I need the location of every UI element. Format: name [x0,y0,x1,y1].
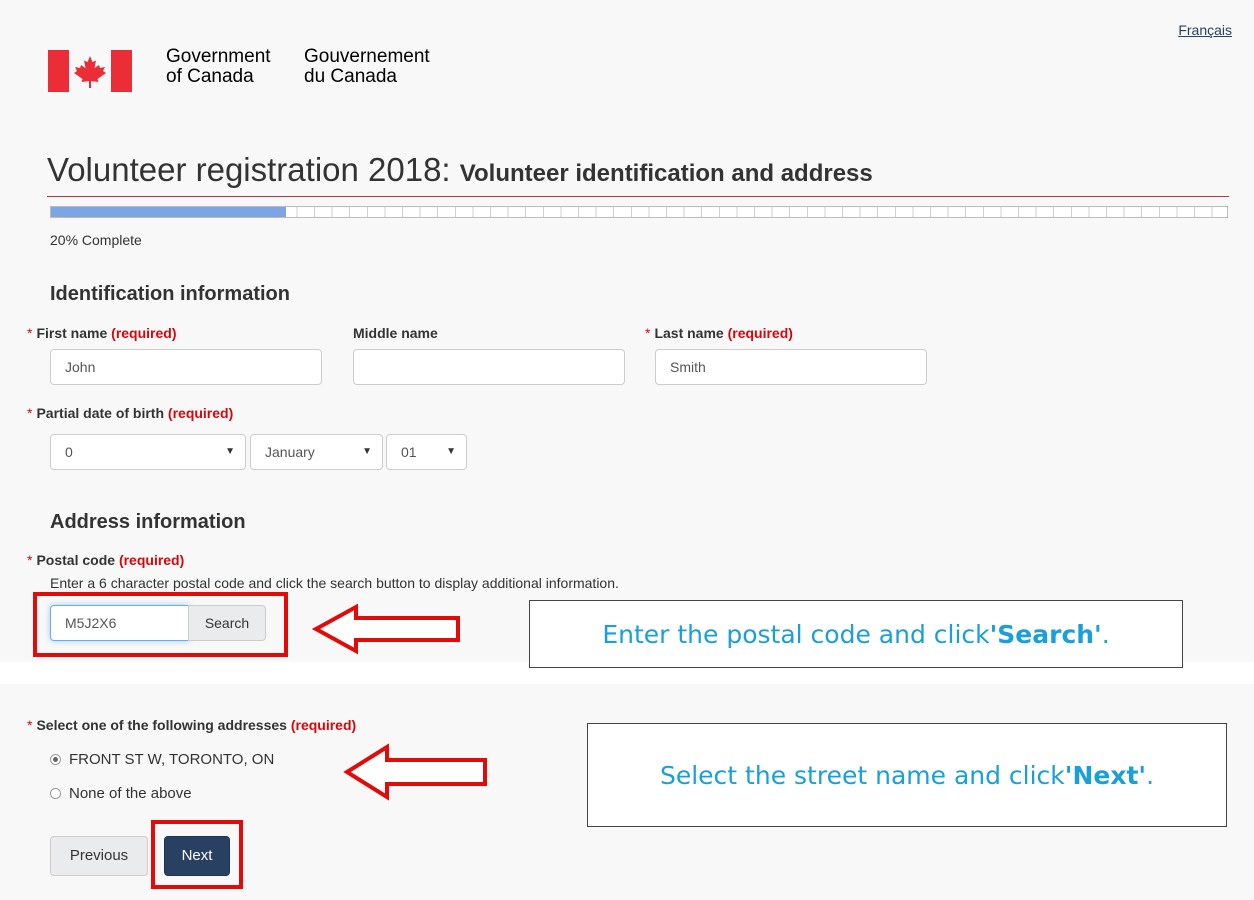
dob-month-select[interactable]: January ▼ [250,434,383,470]
first-name-label: * First name (required) [27,325,177,341]
language-toggle-link[interactable]: Français [1178,22,1232,38]
progress-label: 20% Complete [50,232,142,248]
address-option-none[interactable]: None of the above [50,785,192,802]
progress-bar [50,206,1228,218]
search-highlight-box [33,592,288,657]
caret-down-icon: ▼ [225,446,235,457]
page-title-main: Volunteer registration 2018: [47,151,451,188]
postal-code-label: * Postal code (required) [27,552,185,568]
caret-down-icon: ▼ [446,446,456,457]
page-title-sub: Volunteer identification and address [459,160,873,187]
postal-code-help: Enter a 6 character postal code and clic… [50,575,619,591]
form-panel-top [0,0,1254,662]
middle-name-input[interactable] [353,349,625,385]
canada-flag-icon [48,50,132,92]
search-instruction-callout: Enter the postal code and click 'Search'… [529,600,1183,668]
next-instruction-callout: Select the street name and click 'Next'. [587,723,1227,827]
middle-name-label: Middle name [353,325,438,341]
identification-heading: Identification information [50,283,290,305]
previous-button[interactable]: Previous [50,836,148,876]
dob-year-select[interactable]: 0 ▼ [50,434,246,470]
address-heading: Address information [50,511,246,533]
progress-bar-fill [51,207,287,217]
radio-unselected-icon[interactable] [50,788,61,799]
left-arrow-icon [312,603,460,655]
dob-label: * Partial date of birth (required) [27,405,234,421]
caret-down-icon: ▼ [362,446,372,457]
page-title: Volunteer registration 2018: Volunteer i… [47,151,873,189]
gov-signature-fr: Gouvernement du Canada [304,46,430,87]
address-select-label: * Select one of the following addresses (… [27,717,357,733]
dob-day-select[interactable]: 01 ▼ [386,434,467,470]
last-name-input[interactable]: Smith [655,349,927,385]
next-highlight-box [151,820,243,889]
last-name-label: * Last name (required) [645,325,793,341]
first-name-input[interactable]: John [50,349,322,385]
title-divider [47,196,1229,197]
gov-signature-en: Government of Canada [166,46,271,87]
radio-selected-icon[interactable] [50,754,61,765]
address-option-front-st[interactable]: FRONT ST W, TORONTO, ON [50,751,274,768]
left-arrow-icon [343,743,487,801]
